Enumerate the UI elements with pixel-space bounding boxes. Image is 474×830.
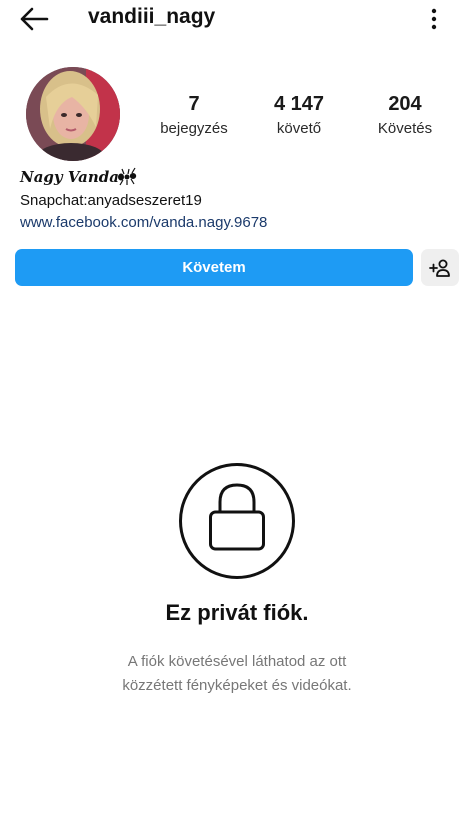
stat-posts[interactable]: 7 bejegyzés <box>139 92 249 138</box>
ant-icon <box>118 167 137 186</box>
private-description-line-2: közzétett fényképeket és videókat. <box>122 677 352 694</box>
follow-button[interactable]: Követem <box>15 249 413 286</box>
following-count: 204 <box>388 93 422 115</box>
posts-label: bejegyzés <box>160 120 228 137</box>
suggest-accounts-button[interactable] <box>421 249 459 286</box>
stat-followers[interactable]: 4 147 követő <box>244 92 354 138</box>
posts-count: 7 <box>188 93 200 115</box>
add-person-icon <box>429 259 450 277</box>
arrow-left-icon[interactable] <box>18 6 50 32</box>
more-vertical-icon[interactable] <box>428 8 440 30</box>
profile-username: vandiii_nagy <box>88 5 216 28</box>
private-description-line-1: A fiók követésével láthatod az ott <box>127 653 347 670</box>
profile-full-name: Nagy Vanda <box>20 168 119 186</box>
followers-label: követő <box>276 120 322 137</box>
profile-link[interactable]: www.facebook.com/vanda.nagy.9678 <box>20 214 267 231</box>
followers-count: 4 147 <box>273 93 325 115</box>
top-bar: vandiii_nagy <box>0 0 474 38</box>
private-account-title: Ez privát fiók. <box>165 600 309 625</box>
following-label: Követés <box>377 120 433 137</box>
private-account-description: A fiók követésével láthatod az ott közzé… <box>0 650 474 698</box>
stat-following[interactable]: 204 Követés <box>350 92 460 138</box>
lock-icon <box>179 463 295 579</box>
profile-avatar[interactable] <box>26 67 120 161</box>
profile-bio: Snapchat:anyadseszeret19 <box>20 192 202 209</box>
